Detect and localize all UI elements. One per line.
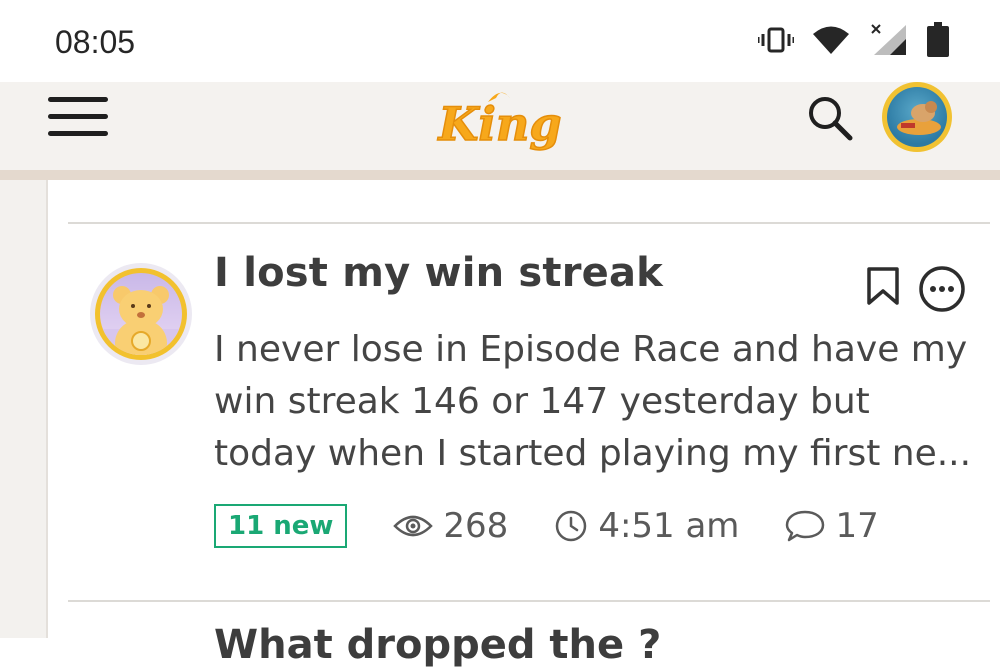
svg-text:King: King [436,97,561,151]
avatar-image-icon [897,101,941,135]
time-value: 4:51 am [598,506,740,546]
vibrate-icon [758,27,794,53]
reply-count: 17 [785,506,879,546]
care-bear-avatar-icon [100,286,182,355]
battery-icon [927,22,949,57]
king-logo[interactable]: King [436,84,564,158]
header-border [0,170,1000,180]
status-time: 08:05 [55,24,136,60]
post-author-avatar[interactable] [90,263,192,365]
post-title[interactable]: I lost my win streak [214,250,663,296]
clock-icon [556,510,587,542]
wifi-icon [813,26,849,54]
king-logo-icon: King [436,92,562,152]
divider [68,600,990,602]
cellular-no-signal-icon [871,24,906,55]
hamburger-line [48,114,108,119]
eye-icon [393,515,434,537]
bookmark-icon[interactable] [866,266,900,306]
new-posts-badge[interactable]: 11 new [214,504,348,548]
avatar [887,87,947,147]
left-rail [0,180,48,638]
post-meta: 11 new 268 4:51 am 17 [214,503,879,549]
status-icons [758,22,950,58]
search-button[interactable] [806,94,854,142]
avatar-image [100,273,182,355]
more-options-icon[interactable] [918,265,966,313]
post-excerpt[interactable]: I never lose in Episode Race and have my… [214,324,974,480]
next-post-title[interactable]: What dropped the ? [214,622,661,668]
hamburger-menu-button[interactable] [48,95,110,139]
hamburger-line [48,131,108,136]
post-time: 4:51 am [554,506,739,546]
search-icon [809,97,853,141]
views-value: 268 [443,506,509,546]
hamburger-icon [48,97,108,102]
replies-value: 17 [835,506,879,546]
status-bar: 08:05 [0,0,1000,82]
divider [68,222,990,224]
user-avatar-button[interactable] [882,82,952,152]
views-count: 268 [393,506,508,546]
comment-icon [786,510,825,542]
